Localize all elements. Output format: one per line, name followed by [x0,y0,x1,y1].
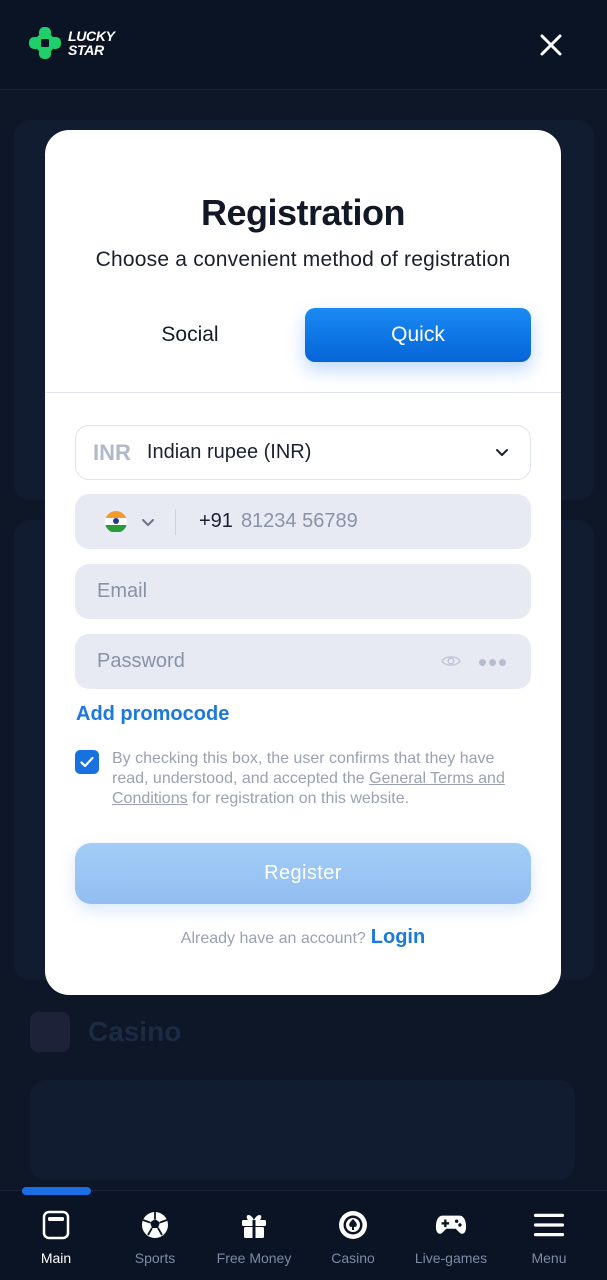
add-promocode-link[interactable]: Add promocode [76,703,229,726]
gamepad-icon [435,1209,467,1241]
login-prompt: Already have an account? Login [180,926,426,948]
modal-subtitle: Choose a convenient method of registrati… [95,248,511,271]
close-button[interactable] [536,30,566,60]
logo[interactable]: LUCKY STAR [28,26,115,60]
india-flag-icon[interactable] [105,510,127,533]
nav-item-main[interactable]: Main [11,1209,101,1266]
clover-logo-icon [29,27,61,59]
close-icon [540,34,562,56]
divider [45,392,561,393]
password-generate-icon[interactable] [479,659,506,666]
login-link[interactable]: Login [371,926,425,948]
nav-item-live-games[interactable]: Live-games [406,1209,496,1266]
main-icon [40,1209,72,1241]
phone-field: +91 [75,494,531,549]
registration-modal: Registration Choose a convenient method … [45,130,561,995]
checkmark-icon [80,756,94,768]
dial-code: +91 [199,510,233,532]
top-header: LUCKY STAR [0,0,607,90]
soccer-ball-icon [139,1209,171,1241]
password-field [75,634,531,689]
country-chevron-down-icon[interactable] [141,515,155,529]
nav-item-menu[interactable]: Menu [504,1209,594,1266]
currency-select[interactable]: INR Indian rupee (INR) [75,425,531,480]
casino-chip-icon [337,1209,369,1241]
consent-checkbox[interactable] [75,750,99,774]
currency-name: Indian rupee (INR) [146,441,312,463]
currency-code: INR [93,439,131,465]
password-input[interactable] [97,650,417,673]
background-card [30,1080,575,1180]
tab-quick[interactable]: Quick [305,308,531,362]
register-button[interactable]: Register [75,843,531,904]
menu-icon [533,1209,565,1241]
chevron-down-icon [496,449,508,456]
nav-item-free-money[interactable]: Free Money [209,1209,299,1266]
phone-input[interactable] [240,510,471,533]
tab-social[interactable]: Social [77,308,303,362]
background-section-title: Casino [30,1012,181,1052]
background-casino-icon [30,1012,70,1052]
phone-separator [175,508,176,535]
active-tab-indicator [22,1187,91,1195]
email-input[interactable] [97,580,497,603]
gift-icon [238,1209,270,1241]
consent-text: By checking this box, the user confirms … [112,750,505,807]
nav-item-sports[interactable]: Sports [110,1209,200,1266]
modal-title: Registration [200,192,406,233]
nav-item-casino[interactable]: Casino [308,1209,398,1266]
email-field [75,564,531,619]
bottom-nav: Main Sports Free Money Casino Live-games… [0,1187,607,1280]
logo-text: LUCKY STAR [68,28,115,58]
eye-icon[interactable] [441,653,461,669]
